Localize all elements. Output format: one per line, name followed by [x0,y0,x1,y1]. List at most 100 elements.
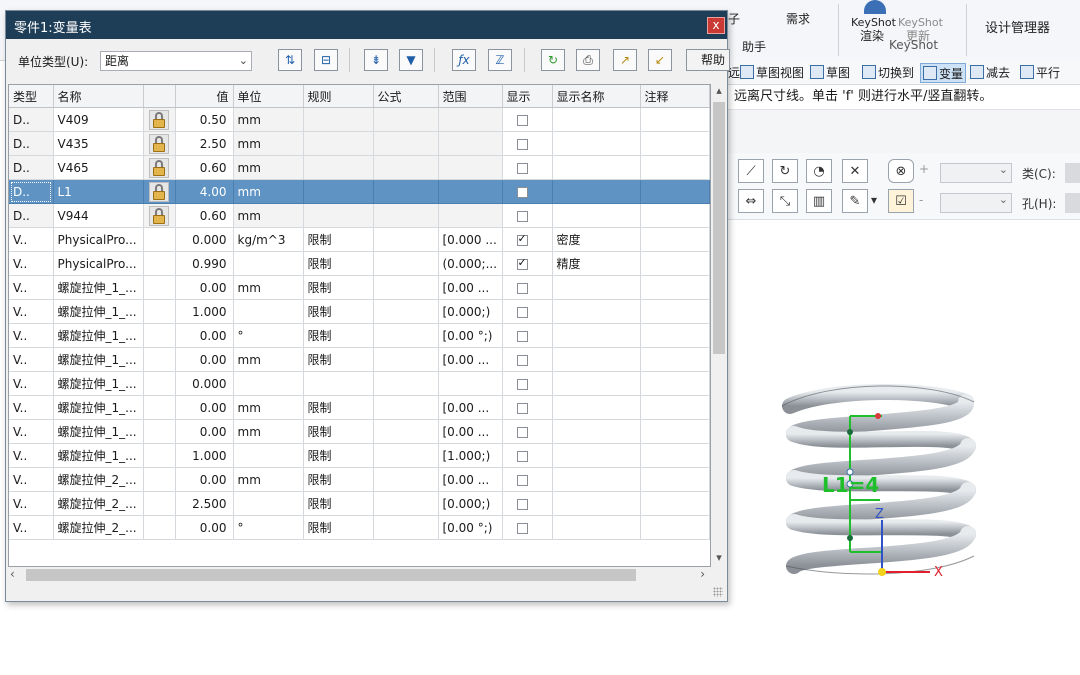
cmd-switch-to[interactable]: 切换到 [862,63,914,81]
cell-show-name[interactable] [552,275,641,300]
table-row[interactable]: V.. 螺旋拉伸_1_... 0.00 mm 限制 [0.00 ... [9,347,710,372]
cell-show[interactable] [502,419,553,444]
design-manager-button[interactable]: 设计管理器 [985,17,1050,36]
cell-note[interactable] [640,203,710,228]
cell-range[interactable] [438,131,503,156]
cell-unit[interactable]: mm [233,395,304,420]
cell-type[interactable]: D.. [9,155,54,180]
cell-show-name[interactable]: 精度 [552,251,641,276]
cell-name[interactable]: 螺旋拉伸_2_... [53,515,144,540]
table-row[interactable]: D.. V944 0.60 mm [9,203,710,228]
close-x-icon[interactable]: ✕ [842,159,868,183]
scroll-right-icon[interactable]: › [700,567,705,581]
edit-icon[interactable]: ✎ [842,189,868,213]
cell-type[interactable]: D.. [9,179,54,204]
cell-formula[interactable] [373,491,439,516]
cell-rule[interactable]: 限制 [303,395,374,420]
cell-lock[interactable] [143,179,176,204]
cell-lock[interactable] [143,395,176,420]
show-checkbox[interactable] [516,138,528,150]
table-row[interactable]: V.. 螺旋拉伸_1_... 0.000 [9,371,710,396]
cell-show-name[interactable] [552,299,641,324]
cell-formula[interactable] [373,203,439,228]
cell-note[interactable] [640,299,710,324]
cell-show[interactable] [502,107,553,132]
cell-rule[interactable]: 限制 [303,227,374,252]
cell-type[interactable]: V.. [9,275,54,300]
cell-show-name[interactable] [552,443,641,468]
table-row[interactable]: V.. 螺旋拉伸_2_... 0.00 ° 限制 [0.00 °;) [9,515,710,540]
offset-icon[interactable]: ▥ [806,189,832,213]
col-header-rule[interactable]: 规则 [303,85,374,108]
table-row[interactable]: D.. V435 2.50 mm [9,131,710,156]
cell-name[interactable]: 螺旋拉伸_1_... [53,443,144,468]
cell-lock[interactable] [143,203,176,228]
cell-rule[interactable] [303,155,374,180]
col-header-type[interactable]: 类型 [9,85,54,108]
cell-lock[interactable] [143,323,176,348]
cmd-parallel[interactable]: 平行 [1020,63,1060,81]
cell-value[interactable]: 0.000 [175,227,234,252]
cell-note[interactable] [640,155,710,180]
keyshot-render-button[interactable]: 渲染 [860,27,884,44]
show-checkbox[interactable] [516,522,528,534]
table-row[interactable]: V.. 螺旋拉伸_2_... 2.500 限制 [0.000;) [9,491,710,516]
cell-rule[interactable]: 限制 [303,419,374,444]
cell-lock[interactable] [143,419,176,444]
dialog-titlebar[interactable]: 零件1:变量表 x [6,11,727,39]
cell-show-name[interactable] [552,323,641,348]
cell-lock[interactable] [143,299,176,324]
cell-name[interactable]: 螺旋拉伸_1_... [53,419,144,444]
cell-rule[interactable] [303,179,374,204]
scroll-left-icon[interactable]: ‹ [10,567,15,581]
cell-lock[interactable] [143,107,176,132]
cell-formula[interactable] [373,299,439,324]
cell-show-name[interactable] [552,419,641,444]
col-header-note[interactable]: 注释 [640,85,710,108]
cell-note[interactable] [640,467,710,492]
cell-show-name[interactable] [552,155,641,180]
cell-unit[interactable]: mm [233,131,304,156]
cell-lock[interactable] [143,371,176,396]
table-row[interactable]: V.. 螺旋拉伸_1_... 0.00 mm 限制 [0.00 ... [9,395,710,420]
table-row[interactable]: V.. 螺旋拉伸_1_... 0.00 mm 限制 [0.00 ... [9,419,710,444]
cell-show-name[interactable] [552,515,641,540]
cell-formula[interactable] [373,107,439,132]
class-field[interactable] [1065,163,1080,183]
show-checkbox[interactable] [516,354,528,366]
cell-name[interactable]: 螺旋拉伸_2_... [53,491,144,516]
cell-type[interactable]: V.. [9,395,54,420]
cell-value[interactable]: 0.000 [175,371,234,396]
cell-lock[interactable] [143,251,176,276]
cmd-sketch[interactable]: 草图 [810,63,850,81]
cell-formula[interactable] [373,227,439,252]
cell-rule[interactable]: 限制 [303,251,374,276]
rotate-icon[interactable]: ↻ [772,159,798,183]
close-button[interactable]: x [707,17,725,34]
cell-value[interactable]: 4.00 [175,179,234,204]
cell-show-name[interactable] [552,131,641,156]
cell-value[interactable]: 0.00 [175,395,234,420]
show-checkbox[interactable] [516,426,528,438]
cell-lock[interactable] [143,491,176,516]
cell-range[interactable]: [0.00 ... [438,275,503,300]
cell-value[interactable]: 2.500 [175,491,234,516]
function-fx-icon[interactable]: ƒx [452,49,476,71]
circle-arc-icon[interactable]: ◔ [806,159,832,183]
cell-value[interactable]: 0.00 [175,467,234,492]
cell-lock[interactable] [143,227,176,252]
cell-show[interactable] [502,251,553,276]
show-checkbox[interactable] [516,162,528,174]
table-row[interactable]: V.. PhysicalPro... 0.000 kg/m^3 限制 [0.000 ...… [9,227,710,252]
cell-type[interactable]: V.. [9,371,54,396]
spring-model[interactable]: L1=4 X Z [770,380,990,585]
cell-note[interactable] [640,275,710,300]
cell-type[interactable]: V.. [9,323,54,348]
col-header-show[interactable]: 显示 [502,85,553,108]
col-header-show-name[interactable]: 显示名称 [552,85,641,108]
cell-unit[interactable]: mm [233,275,304,300]
cell-formula[interactable] [373,515,439,540]
cell-note[interactable] [640,491,710,516]
cell-range[interactable] [438,203,503,228]
scroll-thumb[interactable] [713,102,725,354]
